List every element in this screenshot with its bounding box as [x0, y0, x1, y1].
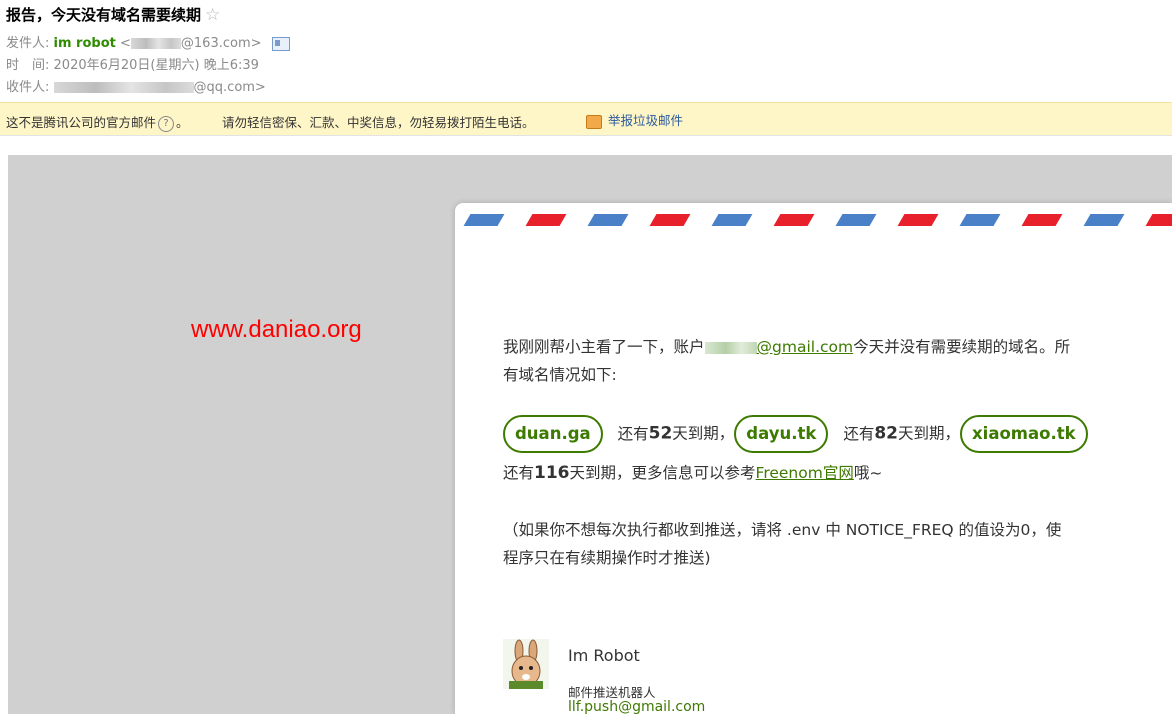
report-spam-label: 举报垃圾邮件 [608, 113, 684, 128]
airmail-stripe [711, 214, 753, 226]
email-subject: 报告，今天没有域名需要续期 ☆ [6, 4, 220, 25]
letter-card: 我刚刚帮小主看了一下，账户 @gmail.com今天并没有需要续期的域名。所 有域… [455, 203, 1172, 714]
body-intro-text: 我刚刚帮小主看了一下，账户 [503, 338, 705, 356]
subject-text: 报告，今天没有域名需要续期 [6, 6, 202, 24]
airmail-stripe [1083, 214, 1125, 226]
watermark-text: www.daniao.org [191, 316, 362, 343]
sender-email-redacted [130, 38, 181, 49]
to-label: 收件人: [6, 80, 50, 95]
recipient-redacted [53, 82, 194, 93]
domain-pill: dayu.tk [734, 415, 829, 453]
to-row: 收件人: @qq.com> [6, 76, 266, 95]
airmail-stripe [835, 214, 877, 226]
sender-open-bracket: < [120, 36, 131, 51]
airmail-stripe [649, 214, 691, 226]
recipient-email-suffix[interactable]: @qq.com> [194, 80, 266, 95]
account-email-link[interactable]: @gmail.com [757, 338, 854, 356]
airmail-stripe [525, 214, 567, 226]
airmail-border [463, 214, 1172, 226]
domain-days: 52 [648, 423, 673, 444]
notice-line-1: （如果你不想每次执行都收到推送，请将 .env 中 NOTICE_FREQ 的值… [503, 521, 1062, 539]
warning-official-end: 。 [176, 115, 189, 130]
from-row: 发件人: im robot < @163.com> [6, 32, 290, 51]
from-label: 发件人: [6, 36, 50, 51]
domain-remaining-post: 天到期， [672, 424, 735, 443]
domain-remaining-pre: 还有 [503, 464, 535, 482]
signature-email-link[interactable]: llf.push@gmail.com [568, 699, 705, 714]
domain-remaining-post: 天到期， [898, 424, 961, 443]
email-header: 报告，今天没有域名需要续期 ☆ 发件人: im robot < @163.com> … [0, 0, 1172, 100]
domain-remaining-pre: 还有 [617, 424, 649, 443]
airmail-stripe [1021, 214, 1063, 226]
help-icon[interactable]: ? [158, 115, 175, 132]
sender-name[interactable]: im robot [54, 36, 116, 51]
robot-rabbit-avatar [503, 639, 549, 689]
domain-pill: duan.ga [503, 415, 603, 453]
airmail-stripe [1145, 214, 1172, 226]
warning-text-official: 这不是腾讯公司的官方邮件?。 [6, 112, 189, 132]
airmail-stripe [959, 214, 1001, 226]
domains-line-1: duan.ga 还有52天到期， dayu.tk 还有82天到期， xiaomao.… [503, 415, 1088, 453]
airmail-stripe [587, 214, 629, 226]
domain-days: 116 [534, 463, 570, 483]
airmail-stripe [463, 214, 505, 226]
time-row: 时 间: 2020年6月20日(星期六) 晚上6:39 [6, 54, 259, 73]
domain-remaining-pre: 还有 [843, 424, 875, 443]
account-email-redacted [704, 341, 757, 354]
time-value: 2020年6月20日(星期六) 晚上6:39 [53, 58, 259, 73]
report-spam-icon [586, 114, 602, 129]
notice-line-2: 程序只在有续期操作时才推送) [503, 549, 711, 567]
warning-text-fraud: 请勿轻信密保、汇款、中奖信息，勿轻易拨打陌生电话。 [222, 115, 535, 130]
airmail-stripe [773, 214, 815, 226]
domain-pill: xiaomao.tk [960, 415, 1088, 453]
airmail-stripe [897, 214, 939, 226]
body-line-1: 我刚刚帮小主看了一下，账户 @gmail.com今天并没有需要续期的域名。所 [503, 335, 1070, 357]
body-intro-text-cont: 今天并没有需要续期的域名。所 [853, 338, 1071, 356]
body-line-2: 有域名情况如下: [503, 366, 617, 384]
contact-card-icon[interactable] [271, 36, 290, 51]
domain-remaining-post: 天到期，更多信息可以参考 [569, 464, 756, 482]
warning-official-text: 这不是腾讯公司的官方邮件 [6, 115, 157, 130]
domain-days: 82 [874, 423, 898, 444]
domains-line-2: 还有116天到期，更多信息可以参考Freenom官网哦~ [503, 461, 882, 483]
security-warning-bar: 这不是腾讯公司的官方邮件?。 请勿轻信密保、汇款、中奖信息，勿轻易拨打陌生电话。… [0, 102, 1172, 136]
star-icon[interactable]: ☆ [205, 5, 220, 25]
sender-email-suffix[interactable]: @163.com> [181, 36, 262, 51]
signature-name: Im Robot [568, 646, 640, 665]
body-end-text: 哦~ [853, 464, 883, 482]
time-label: 时 间: [6, 58, 50, 73]
report-spam-link[interactable]: 举报垃圾邮件 [586, 110, 683, 129]
freenom-link[interactable]: Freenom官网 [756, 464, 854, 482]
